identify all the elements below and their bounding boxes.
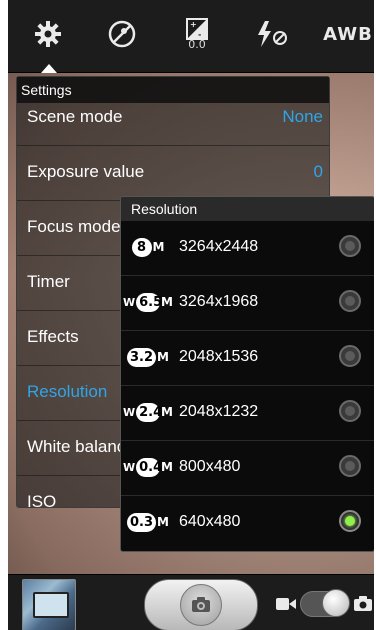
resolution-option-3-2m[interactable]: 3.2 M 2048x1536	[121, 331, 374, 386]
resolution-size: 3264x2448	[179, 238, 259, 255]
resolution-option-2-4m[interactable]: W 2.4 M 2048x1232	[121, 386, 374, 441]
radio-button-selected[interactable]	[339, 510, 361, 532]
setting-label: ISO	[27, 492, 57, 511]
radio-button[interactable]	[339, 455, 361, 477]
camera-screen: + - 0.0 AWB Settings Scene mode None Exp…	[8, 0, 374, 630]
setting-label: Timer	[27, 272, 70, 291]
setting-label: Exposure value	[27, 162, 145, 181]
radio-button[interactable]	[339, 400, 361, 422]
setting-value: 0	[313, 162, 323, 181]
setting-exposure-value[interactable]: Exposure value 0	[17, 146, 329, 201]
megapixel-value: 0.4	[136, 457, 162, 477]
megapixel-badge: 8 M	[123, 233, 173, 261]
resolution-size: 3264x1968	[179, 293, 259, 310]
video-camera-icon	[276, 597, 296, 616]
setting-label: Resolution	[27, 382, 108, 401]
setting-label: Effects	[27, 327, 79, 346]
megapixel-unit: M	[161, 405, 173, 419]
flash-off-icon[interactable]	[252, 14, 292, 54]
wide-prefix: W	[123, 460, 136, 474]
resolution-popup: Resolution 8 M 3264x2448 W 6.5 M 3264x19…	[120, 196, 374, 552]
exposure-icon[interactable]: + - 0.0	[179, 14, 215, 54]
resolution-size: 800x480	[179, 458, 241, 475]
camera-icon	[354, 596, 372, 616]
svg-text:+: +	[190, 20, 197, 29]
megapixel-badge: 0.3 M	[123, 508, 173, 536]
megapixel-unit: M	[157, 350, 169, 364]
megapixel-value: 0.3	[127, 512, 157, 532]
resolution-size: 2048x1232	[179, 403, 259, 420]
megapixel-value: 8	[131, 237, 152, 257]
setting-scene-mode[interactable]: Scene mode None	[17, 91, 329, 146]
scene-mode-icon[interactable]	[104, 14, 140, 54]
megapixel-unit: M	[161, 460, 173, 474]
camera-icon	[180, 584, 222, 626]
settings-pointer	[41, 64, 57, 73]
resolution-option-0-4m[interactable]: W 0.4 M 800x480	[121, 441, 374, 496]
resolution-size: 2048x1536	[179, 348, 259, 365]
megapixel-unit: M	[152, 240, 165, 254]
setting-label: White balance	[27, 437, 135, 456]
shutter-button[interactable]	[144, 579, 258, 630]
camera-toolbar: + - 0.0 AWB	[8, 0, 374, 73]
megapixel-unit: M	[161, 295, 173, 309]
radio-button[interactable]	[339, 345, 361, 367]
radio-button[interactable]	[339, 290, 361, 312]
setting-value: None	[282, 107, 323, 126]
wide-prefix: W	[123, 405, 136, 419]
setting-label: Focus mode	[27, 217, 121, 236]
resolution-size: 640x480	[179, 513, 241, 530]
radio-button[interactable]	[339, 235, 361, 257]
resolution-title: Resolution	[121, 197, 374, 221]
megapixel-value: 6.5	[136, 292, 162, 312]
setting-label: Scene mode	[27, 107, 123, 126]
megapixel-unit: M	[157, 515, 169, 529]
megapixel-badge: 3.2 M	[123, 343, 173, 371]
resolution-option-8m[interactable]: 8 M 3264x2448	[121, 221, 374, 276]
megapixel-badge: W 2.4 M	[123, 398, 173, 426]
switch-knob[interactable]	[322, 589, 350, 617]
gallery-thumbnail[interactable]	[22, 579, 76, 630]
gear-icon[interactable]	[30, 14, 66, 54]
wide-prefix: W	[123, 295, 136, 309]
megapixel-value: 2.4	[136, 402, 162, 422]
resolution-option-0-3m[interactable]: 0.3 M 640x480	[121, 496, 374, 550]
white-balance-button[interactable]: AWB	[323, 14, 372, 54]
camera-bottom-bar	[8, 574, 374, 630]
megapixel-badge: W 6.5 M	[123, 288, 173, 316]
exposure-value-label: 0.0	[188, 37, 206, 51]
camera-mode-switch[interactable]	[276, 589, 374, 617]
resolution-option-6-5m[interactable]: W 6.5 M 3264x1968	[121, 276, 374, 331]
megapixel-badge: W 0.4 M	[123, 453, 173, 481]
megapixel-value: 3.2	[127, 347, 157, 367]
